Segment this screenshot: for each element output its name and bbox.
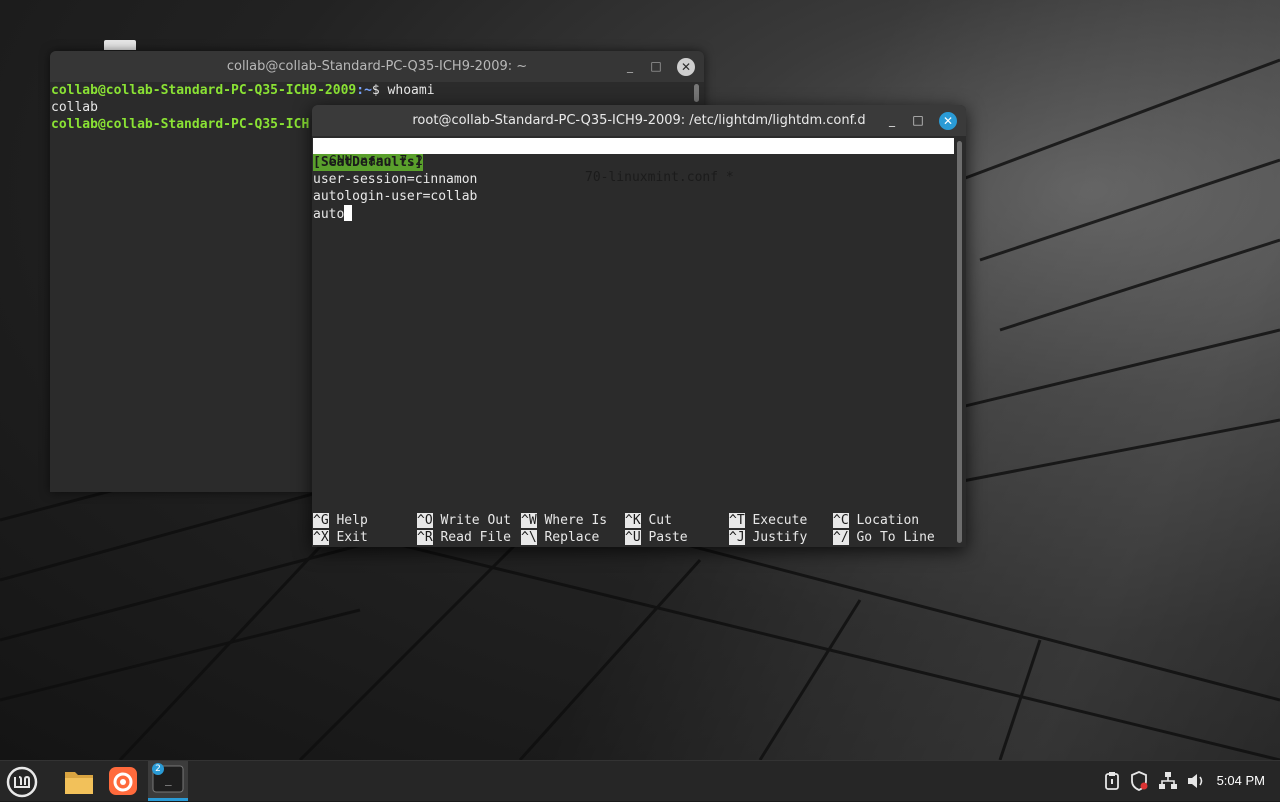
shortcut-where-is[interactable]: ^W Where Is (521, 512, 607, 529)
taskbar: _ 2 5:04 PM (0, 760, 1280, 801)
shortcut-read-file[interactable]: ^R Read File (417, 529, 511, 546)
desktop-icon[interactable] (104, 40, 136, 50)
folder-icon[interactable] (62, 767, 96, 797)
shortcut-justify[interactable]: ^J Justify (729, 529, 807, 546)
titlebar[interactable]: collab@collab-Standard-PC-Q35-ICH9-2009:… (50, 51, 704, 82)
maximize-button[interactable]: □ (646, 51, 666, 82)
minimize-button[interactable]: _ (882, 105, 902, 136)
titlebar[interactable]: root@collab-Standard-PC-Q35-ICH9-2009: /… (312, 105, 966, 136)
config-line: auto (313, 207, 345, 222)
text-cursor (344, 205, 353, 221)
prompt-command: $ whoami (371, 83, 435, 98)
shortcut-cut[interactable]: ^K Cut (625, 512, 672, 529)
prompt-user: collab@collab-Standard-PC-Q35-ICH9-2009 (51, 83, 357, 98)
prompt-user: collab@collab-Standard-PC-Q35-ICH (51, 117, 310, 132)
shortcut-location[interactable]: ^C Location (833, 512, 919, 529)
minimize-button[interactable]: _ (620, 51, 640, 82)
linux-mint-menu-icon[interactable] (6, 766, 38, 798)
shield-icon[interactable] (1130, 771, 1148, 791)
volume-icon[interactable] (1186, 771, 1206, 791)
scrollbar[interactable] (957, 141, 962, 543)
maximize-button[interactable]: □ (908, 105, 928, 136)
shortcut-write-out[interactable]: ^O Write Out (417, 512, 511, 529)
firefox-icon[interactable] (108, 766, 138, 796)
terminal-glyph: _ (165, 773, 172, 786)
nano-shortcut-bar: ^G Help ^O Write Out ^W Where Is ^K Cut … (313, 512, 953, 546)
clock[interactable]: 5:04 PM (1217, 761, 1265, 801)
shortcut-execute[interactable]: ^T Execute (729, 512, 807, 529)
window-title: root@collab-Standard-PC-Q35-ICH9-2009: /… (412, 113, 866, 128)
nano-header-bar: GNU nano 7.2 70-linuxmint.conf * (313, 138, 954, 185)
window-count-badge: 2 (152, 763, 164, 775)
shortcut-replace[interactable]: ^\ Replace (521, 529, 599, 546)
prompt-path: :~ (356, 83, 372, 98)
nano-version: GNU nano 7.2 (329, 154, 423, 169)
shortcut-go-to-line[interactable]: ^/ Go To Line (833, 529, 935, 546)
shortcut-exit[interactable]: ^X Exit (313, 529, 368, 546)
terminal-icon[interactable]: _ 2 (148, 761, 188, 801)
shortcut-help[interactable]: ^G Help (313, 512, 368, 529)
shortcut-paste[interactable]: ^U Paste (625, 529, 688, 546)
config-line: autologin-user=collab (313, 189, 478, 204)
nano-filename: 70-linuxmint.conf * (585, 170, 734, 185)
window-title: collab@collab-Standard-PC-Q35-ICH9-2009:… (226, 59, 528, 74)
close-button[interactable]: ✕ (677, 58, 695, 76)
close-button[interactable]: ✕ (939, 112, 957, 130)
clipboard-icon[interactable] (1104, 771, 1120, 791)
terminal-line: collab@collab-Standard-PC-Q35-ICH9-2009:… (51, 82, 703, 99)
network-icon[interactable] (1158, 771, 1178, 791)
terminal-window-front[interactable]: root@collab-Standard-PC-Q35-ICH9-2009: /… (312, 105, 966, 547)
scrollbar[interactable] (694, 84, 699, 102)
